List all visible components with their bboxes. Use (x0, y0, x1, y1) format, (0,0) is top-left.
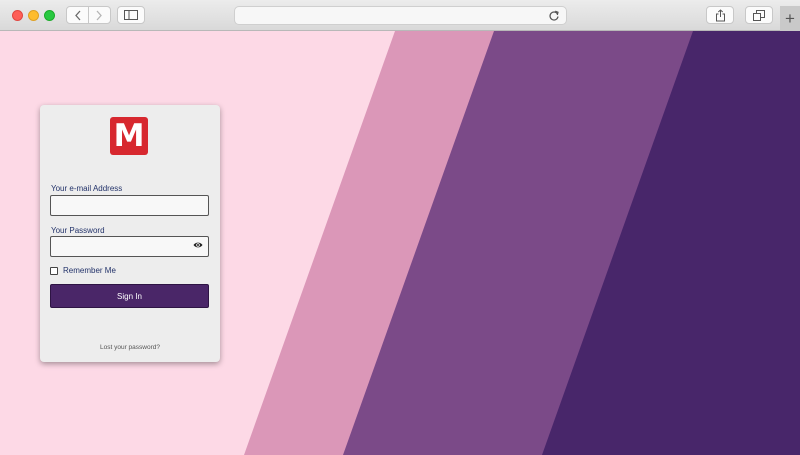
plus-icon: + (785, 8, 795, 28)
email-label: Your e-mail Address (51, 184, 123, 193)
email-input[interactable] (50, 195, 209, 216)
tabs-icon (753, 9, 765, 21)
back-button[interactable] (67, 7, 88, 23)
lost-password-link[interactable]: Lost your password? (40, 344, 220, 351)
password-input[interactable] (50, 236, 209, 257)
brand-logo: M (110, 117, 148, 155)
forward-button[interactable] (89, 7, 110, 23)
remember-me-label[interactable]: Remember Me (63, 266, 116, 275)
reload-icon[interactable] (548, 9, 560, 22)
window-close-button[interactable] (12, 10, 23, 21)
share-button[interactable] (706, 6, 734, 24)
show-tabs-button[interactable] (745, 6, 773, 24)
share-icon (715, 8, 725, 21)
window-maximize-button[interactable] (44, 10, 55, 21)
window-minimize-button[interactable] (28, 10, 39, 21)
sidebar-icon (124, 10, 138, 20)
browser-toolbar: + (0, 0, 800, 31)
login-card: M Your e-mail Address Your Password Reme… (40, 105, 220, 362)
eye-icon[interactable] (193, 241, 203, 249)
logo-letter: M (113, 117, 145, 154)
remember-me-checkbox[interactable] (50, 266, 58, 275)
remember-me-row[interactable]: Remember Me (50, 266, 116, 275)
sign-in-button[interactable]: Sign In (50, 284, 209, 308)
password-label: Your Password (51, 226, 105, 235)
sidebar-toggle-button[interactable] (117, 6, 145, 24)
nav-buttons (66, 6, 111, 24)
address-bar[interactable] (234, 6, 567, 25)
chevron-right-icon (96, 10, 103, 20)
chevron-left-icon (74, 10, 80, 20)
new-tab-button[interactable]: + (780, 6, 800, 31)
